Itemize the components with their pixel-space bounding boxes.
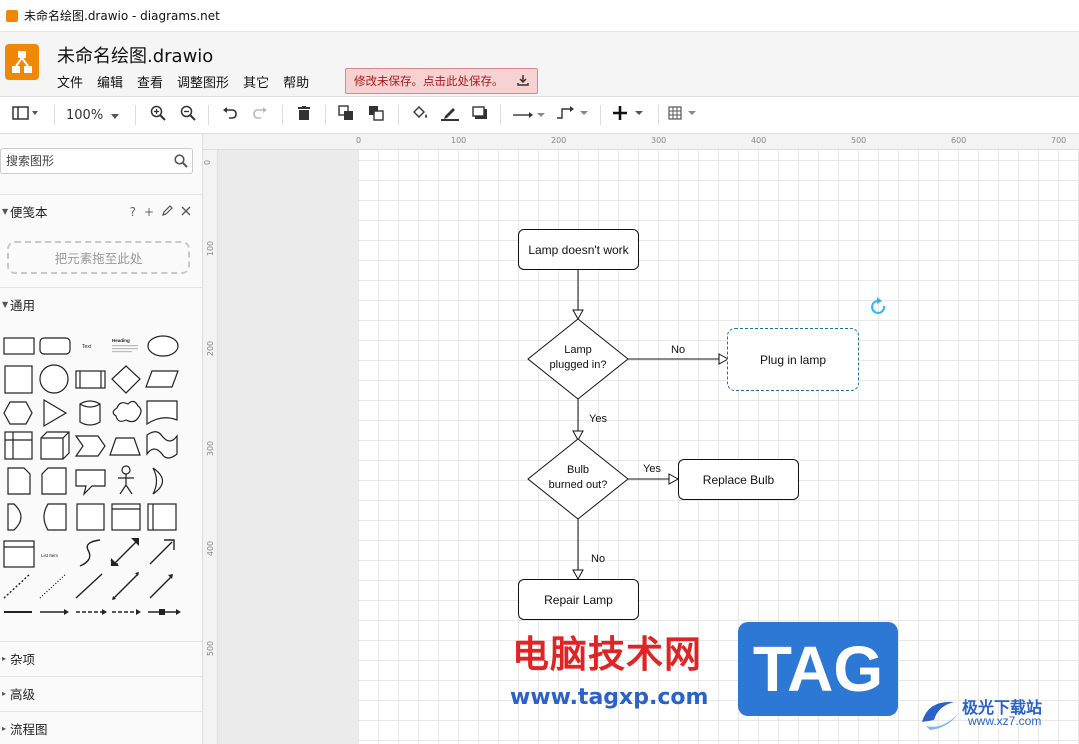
edge-label-yes[interactable]: Yes — [643, 463, 661, 475]
watermark-url: www.tagxp.com — [510, 685, 709, 710]
decision2-label-line2: burned out? — [548, 479, 608, 491]
node-replace-bulb[interactable]: Replace Bulb — [678, 459, 799, 500]
arrowhead — [572, 309, 584, 321]
edge-label-no[interactable]: No — [671, 344, 685, 356]
decision2-label-line1: Bulb — [566, 464, 590, 476]
rotate-handle-arrow — [877, 297, 882, 304]
arrowhead — [668, 473, 680, 485]
watermark-swirl-logo-icon — [918, 694, 962, 735]
node-plug-in-lamp-selected[interactable]: Plug in lamp — [727, 328, 859, 391]
decision1-label[interactable]: Lamp plugged in? — [538, 343, 618, 373]
edge-label-no[interactable]: No — [591, 553, 605, 565]
watermark-tag-logo: TAG — [738, 622, 898, 716]
node-lamp-doesnt-work[interactable]: Lamp doesn't work — [518, 229, 639, 270]
node-repair-lamp[interactable]: Repair Lamp — [518, 579, 639, 620]
decision1-label-line2: plugged in? — [549, 359, 607, 371]
edge-label-yes[interactable]: Yes — [589, 413, 607, 425]
watermark-brand: 电脑技术网 — [512, 633, 702, 676]
watermark-site2-url: www.xz7.com — [968, 714, 1042, 728]
arrowhead — [572, 569, 584, 581]
decision2-label[interactable]: Bulb burned out? — [538, 463, 618, 493]
decision1-label-line1: Lamp — [564, 344, 592, 356]
